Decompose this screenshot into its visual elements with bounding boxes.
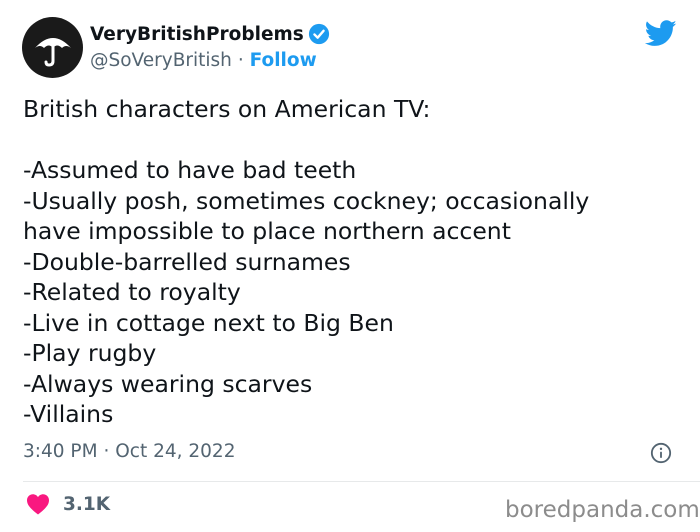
tweet-line: -Play rugby [23, 339, 157, 367]
tweet-line: -Live in cottage next to Big Ben [23, 308, 394, 337]
tweet-line: -Double-barrelled surnames [23, 247, 351, 276]
divider [23, 481, 700, 482]
handle-row: @SoVeryBritish · Follow [90, 50, 317, 71]
tweet-line: -Villains [23, 400, 114, 428]
tweet-date: Oct 24, 2022 [115, 441, 236, 462]
watermark: boredpanda.com [505, 497, 700, 523]
tweet-line: -Related to royalty [23, 278, 241, 306]
display-name[interactable]: VeryBritishProblems [90, 24, 304, 45]
author-name-row: VeryBritishProblems [90, 23, 330, 45]
tweet-timestamp[interactable]: 3:40 PM · Oct 24, 2022 [23, 441, 235, 462]
tweet-time: 3:40 PM [23, 441, 98, 462]
tweet-line: -Assumed to have bad teeth [23, 156, 357, 184]
twitter-bird-icon[interactable] [645, 20, 677, 47]
verified-badge-icon [308, 23, 329, 45]
author-handle[interactable]: @SoVeryBritish [90, 50, 232, 71]
tweet-line: -Usually posh, sometimes cockney; occasi… [23, 186, 590, 215]
follow-button[interactable]: Follow [250, 50, 317, 71]
handle-separator: · [237, 50, 244, 71]
avatar[interactable] [22, 17, 83, 78]
like-count: 3.1K [63, 493, 111, 515]
timestamp-separator: · [103, 441, 110, 462]
tweet-line: have impossible to place northern accent [23, 217, 511, 245]
info-icon[interactable] [650, 442, 672, 464]
tweet-text: British characters on American TV: -Assu… [23, 94, 688, 430]
tweet-line: -Always wearing scarves [23, 369, 313, 398]
tweet-line: British characters on American TV: [23, 95, 431, 123]
umbrella-icon [34, 37, 71, 67]
like-button[interactable]: 3.1K [26, 493, 110, 515]
heart-icon [27, 494, 49, 515]
